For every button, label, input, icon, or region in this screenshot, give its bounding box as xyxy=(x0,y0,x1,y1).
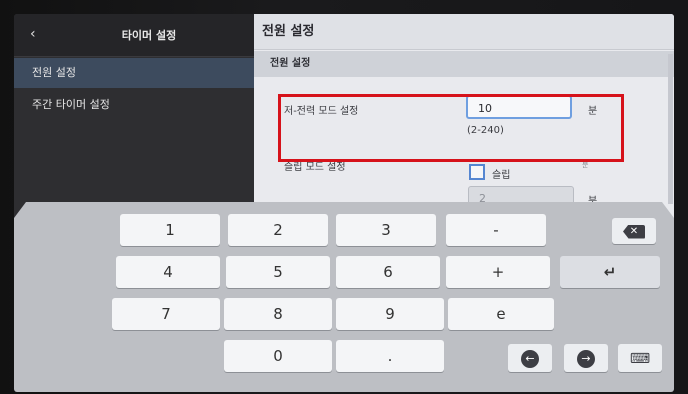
sidebar-item-power-settings[interactable]: 전원 설정 xyxy=(14,58,254,88)
sidebar-item-weekly-timer[interactable]: 주간 타이머 설정 xyxy=(14,90,254,120)
scrollbar[interactable] xyxy=(668,54,673,204)
chevron-left-icon[interactable]: ‹ xyxy=(30,27,44,41)
key-3[interactable]: 3 xyxy=(336,214,436,246)
key-1[interactable]: 1 xyxy=(120,214,220,246)
page-title: 전원 설정 xyxy=(254,14,674,50)
arrow-left-icon: ← xyxy=(521,349,539,368)
key-0[interactable]: 0 xyxy=(224,340,332,372)
enter-icon: ↵ xyxy=(603,263,617,281)
key-9[interactable]: 9 xyxy=(336,298,444,330)
section-header: 전원 설정 xyxy=(254,51,674,77)
key-e[interactable]: e xyxy=(448,298,554,330)
key-minus[interactable]: - xyxy=(446,214,546,246)
arrow-right-icon: → xyxy=(577,349,595,368)
key-8[interactable]: 8 xyxy=(224,298,332,330)
sidebar-item-label: 주간 타이머 설정 xyxy=(32,98,110,111)
hide-keyboard-key[interactable]: ⌨ xyxy=(618,344,662,372)
cursor-right-key[interactable]: → xyxy=(564,344,608,372)
key-dot[interactable]: . xyxy=(336,340,444,372)
screen: ‹ 타이머 설정 전원 설정 주간 타이머 설정 전원 설정 전원 설정 저-전… xyxy=(14,14,674,392)
sidebar-title: 타이머 설정 xyxy=(121,29,177,42)
key-5[interactable]: 5 xyxy=(226,256,330,288)
key-plus[interactable]: + xyxy=(446,256,550,288)
key-2[interactable]: 2 xyxy=(228,214,328,246)
numeric-keyboard: 1 2 3 - ✕ 4 5 6 + ↵ 7 8 9 e 0 . ← → ⌨ xyxy=(14,202,674,392)
backspace-key[interactable]: ✕ xyxy=(612,218,656,244)
sleep-checkbox-label: 슬립 xyxy=(492,170,511,181)
keyboard-icon: ⌨ xyxy=(629,351,651,367)
sidebar-header: ‹ 타이머 설정 xyxy=(14,14,254,57)
key-7[interactable]: 7 xyxy=(112,298,220,330)
backspace-icon: ✕ xyxy=(623,224,645,239)
key-6[interactable]: 6 xyxy=(336,256,440,288)
enter-key[interactable]: ↵ xyxy=(560,256,660,288)
cursor-left-key[interactable]: ← xyxy=(508,344,552,372)
key-4[interactable]: 4 xyxy=(116,256,220,288)
highlight-box xyxy=(278,94,624,162)
sidebar: ‹ 타이머 설정 전원 설정 주간 타이머 설정 xyxy=(14,14,254,234)
sidebar-item-label: 전원 설정 xyxy=(32,66,76,79)
sleep-checkbox[interactable] xyxy=(469,164,485,180)
